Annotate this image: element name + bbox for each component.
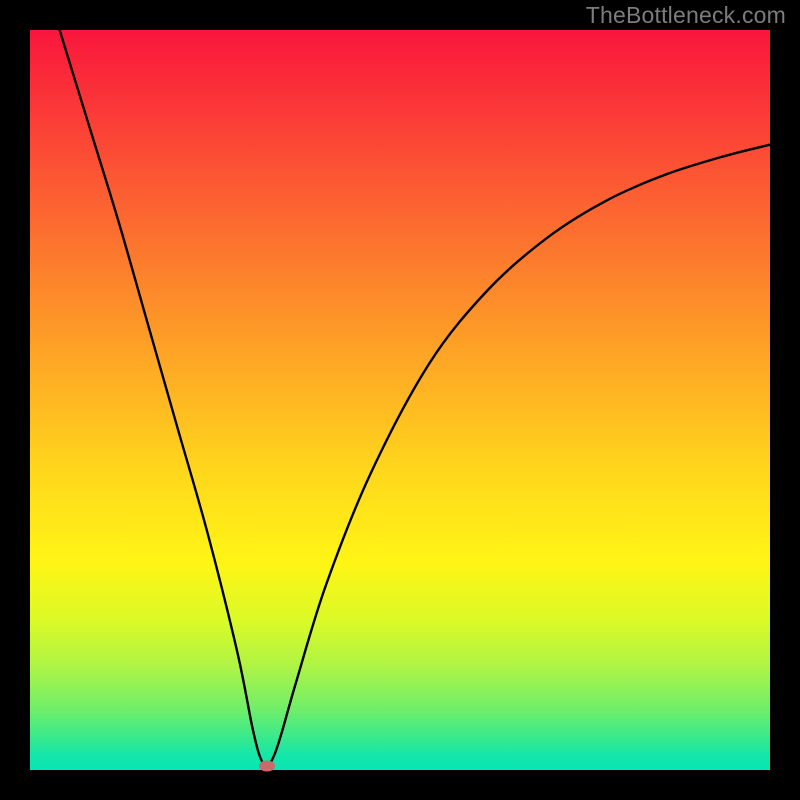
plot-area [30,30,770,770]
bottleneck-curve [60,30,770,766]
chart-container: TheBottleneck.com [0,0,800,800]
attribution-label: TheBottleneck.com [586,2,786,29]
minimum-marker [259,761,275,772]
curve-svg [30,30,770,770]
